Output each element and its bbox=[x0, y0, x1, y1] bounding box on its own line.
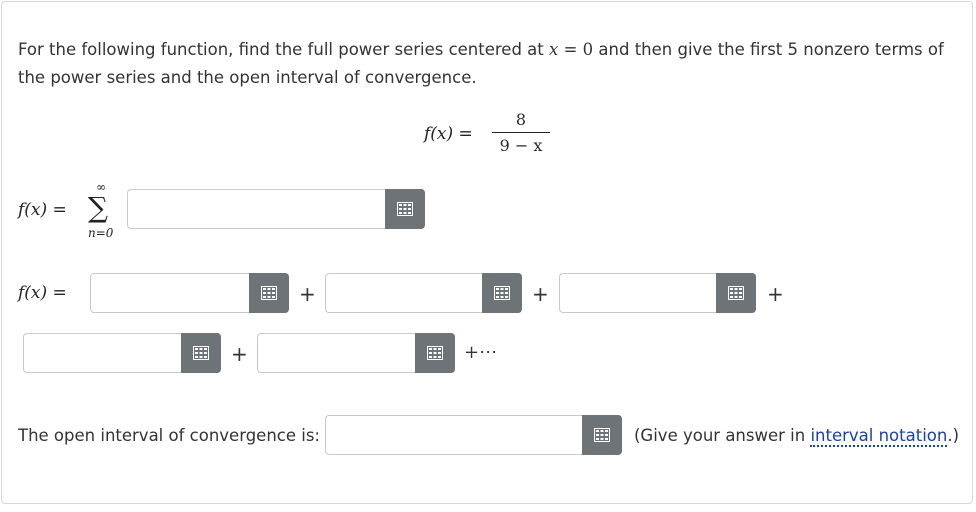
keypad-icon bbox=[594, 428, 610, 442]
keypad-button[interactable] bbox=[249, 273, 289, 313]
interval-input[interactable] bbox=[326, 416, 591, 454]
plus-sign: + bbox=[299, 282, 316, 306]
note-text-after: .) bbox=[947, 426, 960, 445]
keypad-icon bbox=[261, 286, 277, 300]
function-lhs: f(x) = bbox=[424, 124, 473, 144]
series-answer-field[interactable] bbox=[127, 189, 425, 229]
prompt-variable: x bbox=[549, 40, 559, 59]
summation-symbol: ∑ bbox=[88, 191, 108, 224]
series-continuation: +⋯ bbox=[464, 342, 498, 363]
interval-answer-field[interactable] bbox=[325, 415, 622, 455]
term-2-input[interactable] bbox=[326, 274, 491, 312]
term-5-field[interactable] bbox=[257, 333, 455, 373]
keypad-icon bbox=[193, 346, 209, 360]
function-numerator: 8 bbox=[515, 110, 527, 129]
term-5-input[interactable] bbox=[258, 334, 424, 372]
plus-sign: + bbox=[767, 282, 784, 306]
term-1-field[interactable] bbox=[90, 273, 289, 313]
term-1-input[interactable] bbox=[91, 274, 258, 312]
interval-label: The open interval of convergence is: bbox=[18, 426, 320, 445]
prompt-text-1: For the following function, find the ful… bbox=[18, 40, 550, 59]
keypad-button[interactable] bbox=[716, 273, 756, 313]
term-4-field[interactable] bbox=[23, 333, 221, 373]
plus-sign: + bbox=[231, 342, 248, 366]
interval-notation-link[interactable]: interval notation bbox=[810, 426, 948, 447]
series-lower-limit: n=0 bbox=[88, 226, 114, 240]
keypad-button[interactable] bbox=[415, 333, 455, 373]
keypad-icon bbox=[494, 286, 510, 300]
keypad-button[interactable] bbox=[482, 273, 522, 313]
keypad-button[interactable] bbox=[385, 189, 425, 229]
keypad-icon bbox=[728, 286, 744, 300]
interval-note: (Give your answer in interval notation.) bbox=[634, 426, 960, 447]
keypad-icon bbox=[427, 346, 443, 360]
prompt-equals: = 0 bbox=[558, 40, 594, 59]
fraction-bar bbox=[492, 132, 550, 133]
keypad-button[interactable] bbox=[181, 333, 221, 373]
term-3-field[interactable] bbox=[559, 273, 756, 313]
term-2-field[interactable] bbox=[325, 273, 522, 313]
keypad-icon bbox=[397, 202, 413, 216]
term-4-input[interactable] bbox=[24, 334, 190, 372]
function-fraction: 8 9 − x bbox=[492, 110, 550, 155]
series-input[interactable] bbox=[128, 190, 394, 228]
plus-sign: + bbox=[532, 282, 549, 306]
terms-lhs: f(x) = bbox=[18, 283, 67, 303]
series-lhs: f(x) = bbox=[18, 200, 67, 220]
function-denominator: 9 − x bbox=[499, 136, 543, 155]
term-3-input[interactable] bbox=[560, 274, 725, 312]
question-prompt: For the following function, find the ful… bbox=[18, 36, 958, 92]
keypad-button[interactable] bbox=[582, 415, 622, 455]
note-text-before: (Give your answer in bbox=[634, 426, 811, 445]
